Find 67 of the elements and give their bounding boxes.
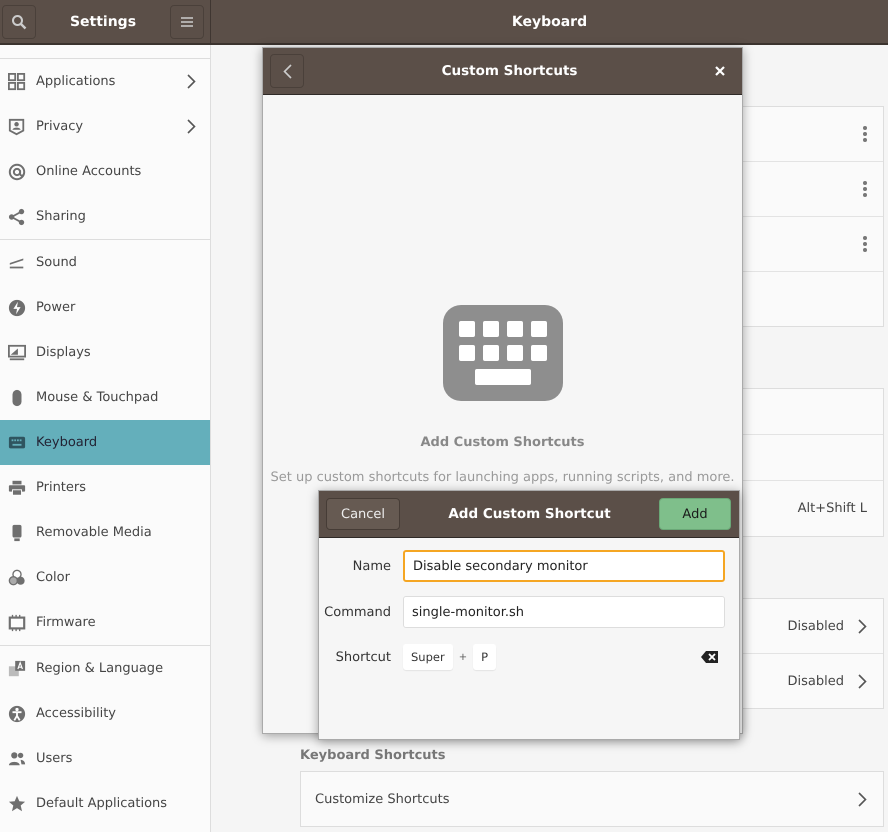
- row-value: Disabled: [788, 618, 844, 634]
- bolt-icon: [8, 298, 26, 316]
- language-icon: [8, 660, 26, 678]
- empty-description: Set up custom shortcuts for launching apps, running scripts, and more.: [270, 470, 735, 485]
- sidebar-item[interactable]: Mouse & Touchpad: [0, 375, 210, 420]
- page-title: Keyboard: [512, 14, 588, 30]
- sidebar-item[interactable]: Displays: [0, 330, 210, 375]
- sidebar-item[interactable]: Power: [0, 285, 210, 330]
- chevron-icon: [858, 792, 867, 806]
- sidebar-item[interactable]: Applications: [0, 59, 210, 104]
- sidebar-item[interactable]: Color: [0, 555, 210, 600]
- app-title: Settings: [70, 14, 136, 30]
- chip-icon: [8, 614, 26, 632]
- circles-icon: [8, 568, 26, 586]
- sidebar-item[interactable]: Removable Media: [0, 510, 210, 555]
- sidebar-item[interactable]: Online Accounts: [0, 149, 210, 194]
- field-label: Name: [352, 558, 391, 574]
- sidebar-item[interactable]: Sound: [0, 240, 210, 285]
- sidebar-item[interactable]: Region & Language: [0, 646, 210, 691]
- sidebar-item[interactable]: Default Applications: [0, 781, 210, 826]
- key-cap: P: [473, 644, 496, 670]
- dialog-title: Custom Shortcuts: [440, 63, 578, 79]
- cancel-button[interactable]: Cancel: [326, 498, 400, 530]
- accessibility-icon: [8, 704, 26, 722]
- key-cap: Super: [403, 644, 453, 670]
- sidebar-item[interactable]: Printers: [0, 465, 210, 510]
- sidebar-item[interactable]: Privacy: [0, 104, 210, 149]
- at-icon: [8, 162, 26, 180]
- close-icon[interactable]: [715, 66, 725, 76]
- monitor-icon: [8, 344, 26, 362]
- search-icon: [11, 14, 27, 30]
- printer-icon: [8, 478, 26, 496]
- input-field[interactable]: Disable secondary monitor: [403, 550, 725, 582]
- more-icon[interactable]: [863, 181, 867, 197]
- chevron-icon: [858, 618, 867, 634]
- sidebar-item[interactable]: Sharing: [0, 194, 210, 239]
- keyboard-icon: [8, 434, 26, 452]
- chevron-icon: [858, 674, 867, 688]
- backspace-icon[interactable]: [701, 651, 718, 663]
- field-label: Shortcut: [334, 650, 391, 664]
- input-field[interactable]: single-monitor.sh: [403, 596, 725, 628]
- sidebar-item[interactable]: Users: [0, 736, 210, 781]
- menu-icon: [181, 16, 193, 26]
- add-button[interactable]: Add: [659, 498, 731, 530]
- plus-sign: +: [458, 652, 468, 662]
- shield-icon: [8, 118, 26, 136]
- sidebar-item[interactable]: Firmware: [0, 600, 210, 645]
- search-button[interactable]: [2, 4, 36, 38]
- sidebar-item[interactable]: Accessibility: [0, 691, 210, 736]
- star-icon: [8, 794, 26, 812]
- row-label[interactable]: Customize Shortcuts: [315, 792, 844, 806]
- menu-button[interactable]: [170, 4, 204, 38]
- field-label: Command: [323, 604, 391, 620]
- section-heading: Keyboard Shortcuts: [300, 748, 446, 763]
- shortcut-value: Alt+Shift L: [798, 501, 867, 516]
- users-icon: [8, 750, 26, 768]
- grid-icon: [8, 72, 26, 90]
- share-icon: [8, 208, 26, 226]
- dialog-title: Add Custom Shortcut: [447, 506, 612, 522]
- back-icon: [282, 64, 292, 78]
- back-button[interactable]: [270, 54, 304, 88]
- more-icon[interactable]: [863, 236, 867, 252]
- sidebar-item[interactable]: Keyboard: [0, 420, 210, 465]
- more-icon[interactable]: [863, 126, 867, 142]
- row-value: Disabled: [788, 674, 844, 688]
- empty-title: Add Custom Shortcuts: [420, 435, 585, 450]
- keyboard-icon: [442, 305, 562, 401]
